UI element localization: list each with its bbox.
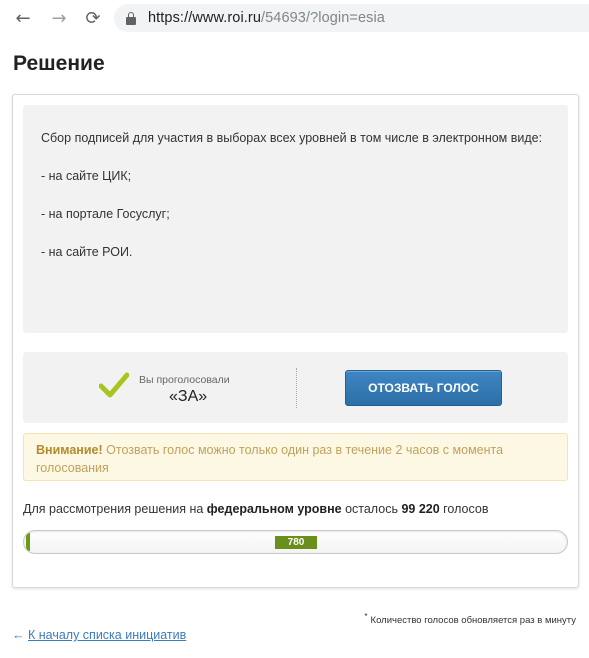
description-line: - на портале Госуслуг;	[41, 207, 170, 221]
address-bar[interactable]: https://www.roi.ru/54693/?login=esia	[114, 4, 589, 32]
page-title: Решение	[13, 52, 105, 75]
progress-text-after: голосов	[439, 502, 489, 516]
back-arrow-icon: ←	[12, 628, 25, 642]
decision-card: Сбор подписей для участия в выборах всех…	[12, 94, 579, 588]
progress-text-before: Для рассмотрения решения на	[23, 502, 207, 516]
browser-toolbar: ← → ⟳ https://www.roi.ru/54693/?login=es…	[0, 0, 589, 36]
forward-arrow-icon[interactable]: →	[48, 7, 70, 29]
decision-description: Сбор подписей для участия в выборах всех…	[23, 105, 568, 333]
votes-progress-fill	[26, 533, 30, 551]
progress-remaining: 99 220	[401, 502, 440, 516]
back-arrow-icon[interactable]: ←	[12, 7, 34, 29]
footnote-text: Количество голосов обновляется раз в мин…	[370, 615, 576, 627]
vote-panel: Вы проголосовали «ЗА» Отозвать голос	[23, 352, 568, 423]
vote-status-value: «ЗА»	[169, 388, 208, 405]
lock-icon[interactable]	[126, 11, 136, 25]
progress-level: федеральном уровне	[206, 502, 342, 516]
progress-caption: Для рассмотрения решения на федеральном …	[23, 502, 488, 516]
description-line: Сбор подписей для участия в выборах всех…	[41, 131, 543, 145]
footnote-mark: *	[364, 612, 368, 621]
url-path: /54693/?login=esia	[261, 10, 385, 26]
revoke-vote-button[interactable]: Отозвать голос	[345, 370, 502, 406]
footnote: * Количество голосов обновляется раз в ми…	[364, 612, 576, 626]
url-host: https://www.roi.ru	[148, 10, 261, 26]
warning-alert: Внимание! Отозвать голос можно только од…	[23, 433, 568, 481]
description-line: - на сайте ЦИК;	[41, 169, 132, 183]
warning-title: Внимание!	[36, 443, 103, 457]
back-link-text: К началу списка инициатив	[27, 628, 187, 642]
votes-count-badge: 780	[275, 536, 317, 549]
description-line: - на сайте РОИ.	[41, 245, 133, 259]
progress-text-middle: осталось	[341, 502, 402, 516]
reload-icon[interactable]: ⟳	[82, 7, 104, 29]
url-text[interactable]: https://www.roi.ru/54693/?login=esia	[148, 10, 385, 26]
vote-divider	[296, 368, 297, 408]
checkmark-icon	[99, 372, 129, 398]
warning-text: Отозвать голос можно только один раз в т…	[36, 443, 504, 475]
vote-status-label: Вы проголосовали	[139, 374, 230, 386]
back-to-list-link[interactable]: ← К началу списка инициатив	[12, 628, 186, 642]
